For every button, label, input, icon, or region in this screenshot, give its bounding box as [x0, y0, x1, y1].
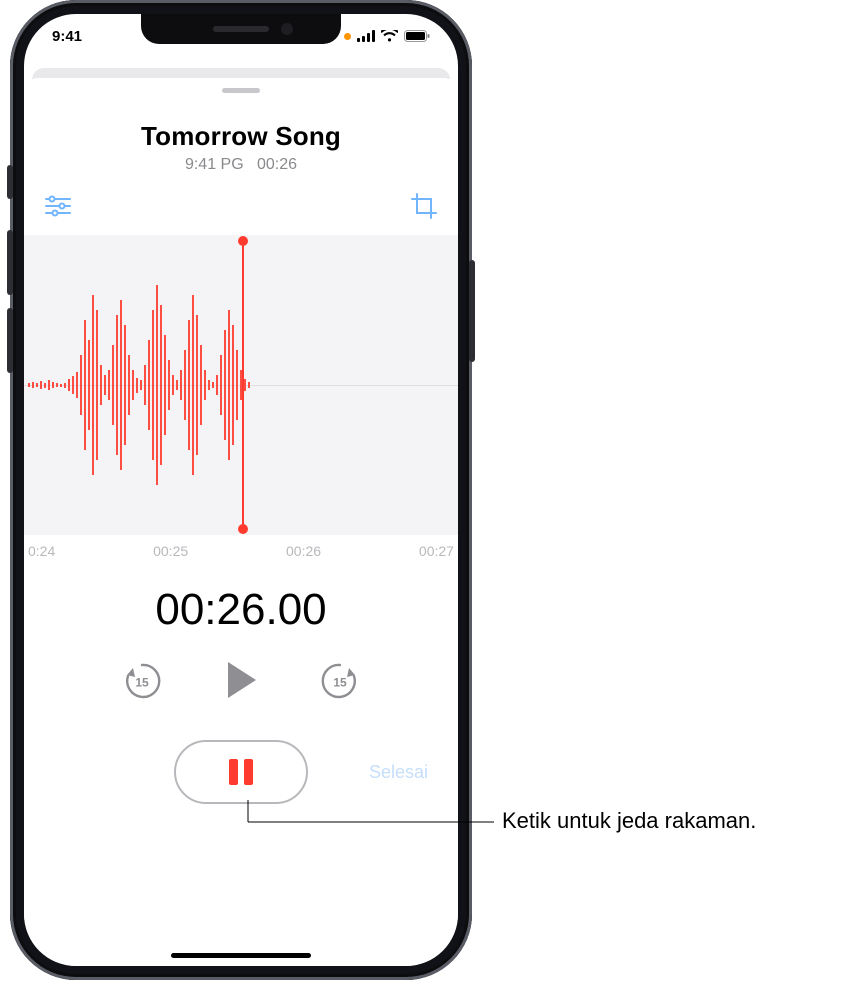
callout-pause-text: Ketik untuk jeda rakaman.: [502, 808, 756, 834]
callout-leader-line: [0, 0, 862, 992]
